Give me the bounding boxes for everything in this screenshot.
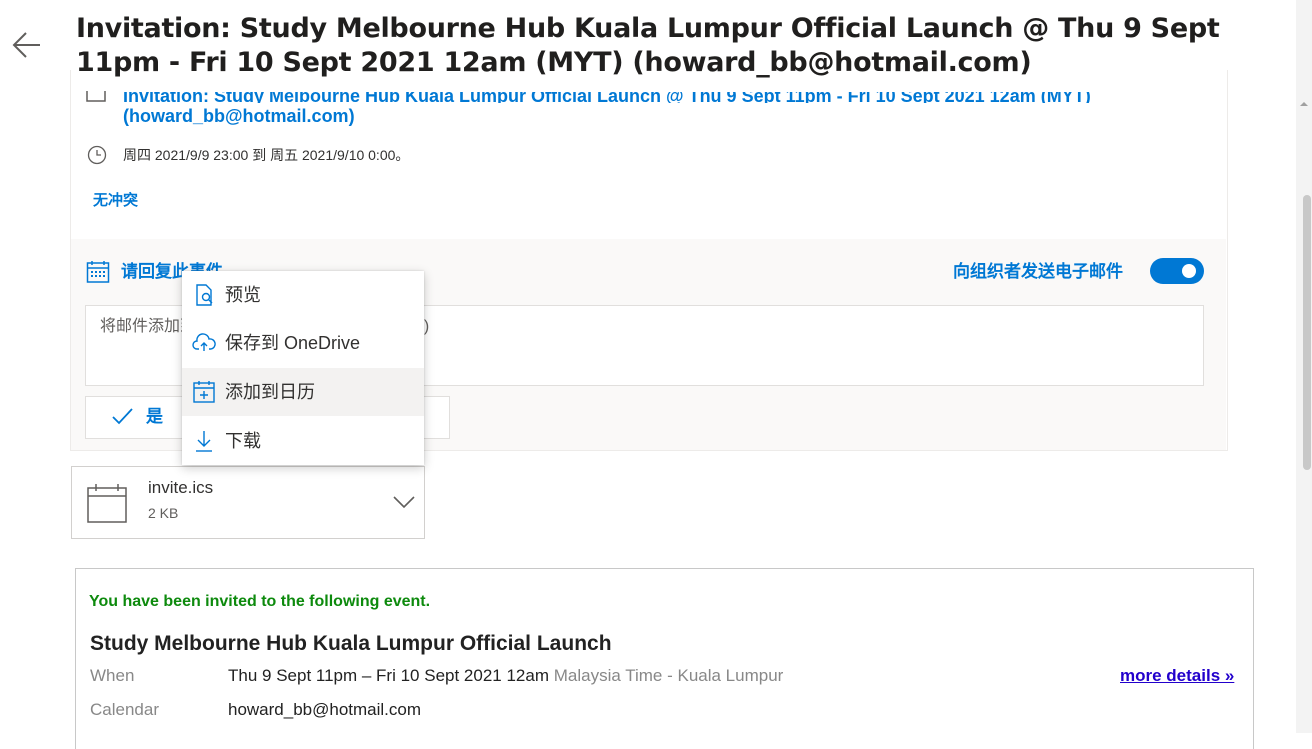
more-details-link[interactable]: more details »: [1120, 665, 1234, 687]
calendar-label: Calendar: [90, 700, 159, 719]
attachment-menu: 预览 保存到 OneDrive 添加到日历 下载: [182, 271, 424, 465]
attachment-size: 2 KB: [148, 505, 179, 521]
send-email-label: 向组织者发送电子邮件: [953, 262, 1123, 281]
event-title: Study Melbourne Hub Kuala Lumpur Officia…: [90, 632, 612, 655]
calendar-reply-icon: [86, 260, 110, 284]
send-email-toggle[interactable]: [1150, 258, 1204, 284]
menu-item-label: 预览: [225, 285, 261, 305]
scroll-up-arrow-icon[interactable]: [1300, 100, 1308, 108]
when-value: Thu 9 Sept 11pm – Fri 10 Sept 2021 12am …: [228, 665, 783, 687]
arrow-left-icon: [12, 32, 40, 58]
menu-item-download[interactable]: 下载: [182, 417, 424, 465]
cloud-upload-icon: [192, 331, 216, 355]
checkmark-icon: [110, 404, 134, 428]
back-button[interactable]: [10, 28, 44, 62]
scrollbar-thumb[interactable]: [1303, 195, 1311, 470]
menu-item-label: 保存到 OneDrive: [225, 333, 361, 353]
chevron-down-icon[interactable]: [392, 490, 416, 514]
menu-item-preview[interactable]: 预览: [182, 271, 424, 319]
menu-item-save-onedrive[interactable]: 保存到 OneDrive: [182, 319, 424, 367]
download-icon: [192, 429, 216, 453]
when-label: When: [90, 666, 135, 685]
menu-item-label: 添加到日历: [225, 382, 315, 402]
attachment-name: invite.ics: [148, 478, 214, 497]
calendar-add-icon: [192, 380, 216, 404]
toggle-knob: [1182, 264, 1196, 278]
menu-item-label: 下载: [225, 431, 261, 451]
calendar-value: howard_bb@hotmail.com: [228, 700, 422, 719]
menu-item-add-to-calendar[interactable]: 添加到日历: [182, 368, 424, 416]
calendar-file-icon: [86, 482, 128, 524]
preview-icon: [192, 283, 216, 307]
event-time: 周四 2021/9/9 23:00 到 周五 2021/9/10 0:00。: [123, 147, 410, 163]
clock-icon: [87, 145, 107, 165]
when-timezone: Malaysia Time - Kuala Lumpur: [553, 666, 784, 685]
accept-yes-label: 是: [146, 407, 163, 426]
when-time: Thu 9 Sept 11pm – Fri 10 Sept 2021 12am: [228, 666, 549, 685]
invitation-title-link-cont[interactable]: (howard_bb@hotmail.com): [123, 103, 355, 129]
no-conflict-link[interactable]: 无冲突: [93, 190, 138, 212]
invite-intro: You have been invited to the following e…: [89, 593, 431, 610]
